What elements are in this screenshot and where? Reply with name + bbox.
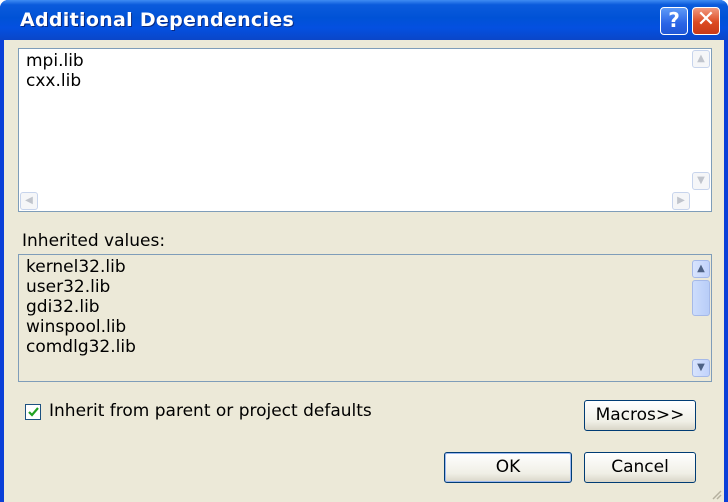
close-button[interactable]: ✕ <box>692 7 720 35</box>
chevron-down-icon: ▼ <box>697 175 705 186</box>
inherited-line: winspool.lib <box>26 317 127 337</box>
scroll-up-button[interactable]: ▲ <box>692 260 710 278</box>
ok-button-label: OK <box>495 457 521 477</box>
chevron-right-icon: ▶ <box>677 195 685 206</box>
dependency-line: mpi.lib <box>26 51 84 71</box>
dependency-line: cxx.lib <box>26 71 82 91</box>
checkmark-icon <box>28 407 39 417</box>
scroll-thumb[interactable] <box>692 280 710 316</box>
scroll-down-button[interactable]: ▼ <box>692 172 710 190</box>
chevron-down-icon: ▼ <box>697 362 705 373</box>
chevron-up-icon: ▲ <box>697 263 705 274</box>
inherited-line: comdlg32.lib <box>26 337 136 357</box>
scroll-right-button[interactable]: ▶ <box>672 192 690 210</box>
cancel-button[interactable]: Cancel <box>584 452 696 483</box>
macros-button-label: Macros>> <box>595 405 685 425</box>
dialog-client-area: mpi.lib cxx.lib ▲ ▼ ◀ ▶ Inherited values… <box>4 40 724 502</box>
help-button[interactable]: ? <box>660 7 688 35</box>
close-icon: ✕ <box>696 7 716 32</box>
help-icon: ? <box>668 8 680 32</box>
scroll-left-button[interactable]: ◀ <box>20 192 38 210</box>
dialog-title: Additional Dependencies <box>20 9 295 31</box>
scroll-up-button[interactable]: ▲ <box>692 50 710 68</box>
scroll-down-button[interactable]: ▼ <box>692 359 710 377</box>
chevron-left-icon: ◀ <box>25 195 33 206</box>
inherited-values-label: Inherited values: <box>22 231 166 251</box>
inherited-line: user32.lib <box>26 277 111 297</box>
ok-button[interactable]: OK <box>444 452 572 483</box>
dialog-window: Additional Dependencies ? ✕ mpi.lib cxx.… <box>0 0 728 502</box>
inherited-line: kernel32.lib <box>26 257 126 277</box>
inherited-line: gdi32.lib <box>26 297 100 317</box>
dependencies-vertical-scrollbar[interactable]: ▲ ▼ <box>691 49 711 191</box>
macros-button[interactable]: Macros>> <box>584 400 696 431</box>
inherited-vertical-scrollbar[interactable]: ▲ ▼ <box>691 255 711 381</box>
title-bar[interactable]: Additional Dependencies ? ✕ <box>0 0 728 40</box>
dependencies-lines: mpi.lib cxx.lib <box>26 51 84 91</box>
dependencies-textbox[interactable]: mpi.lib cxx.lib ▲ ▼ ◀ ▶ <box>18 48 712 212</box>
resize-grip-icon[interactable] <box>710 488 722 500</box>
inherited-lines: kernel32.lib user32.lib gdi32.lib winspo… <box>26 257 136 357</box>
chevron-up-icon: ▲ <box>697 53 705 64</box>
inherited-values-list[interactable]: kernel32.lib user32.lib gdi32.lib winspo… <box>18 254 712 382</box>
dependencies-horizontal-scrollbar[interactable]: ◀ ▶ <box>19 191 691 211</box>
inherit-checkbox-label[interactable]: Inherit from parent or project defaults <box>49 401 372 421</box>
inherit-checkbox[interactable] <box>25 404 41 420</box>
cancel-button-label: Cancel <box>611 457 669 477</box>
